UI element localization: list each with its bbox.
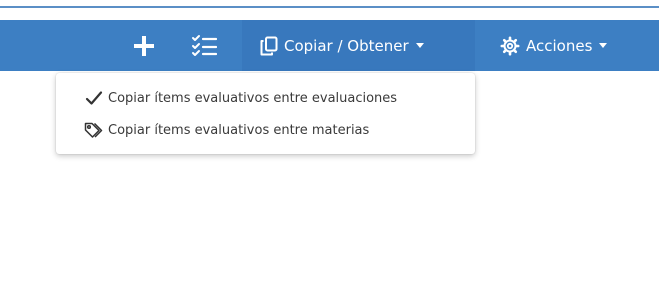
copy-obtain-label: Copiar / Obtener <box>284 36 409 55</box>
checkmark-icon <box>84 89 104 107</box>
menu-item-copy-between-subjects[interactable]: Copiar ítems evaluativos entre materias <box>84 119 369 141</box>
menu-item-label: Copiar ítems evaluativos entre materias <box>108 122 370 138</box>
gear-icon <box>500 35 520 56</box>
tags-icon <box>84 121 104 139</box>
checklist-icon <box>191 34 217 58</box>
actions-button[interactable]: Acciones <box>488 20 648 71</box>
chevron-down-icon <box>415 43 424 48</box>
checklist-button[interactable] <box>185 20 223 71</box>
top-divider <box>0 6 659 8</box>
copy-obtain-button[interactable]: Copiar / Obtener <box>242 20 475 71</box>
menu-item-label: Copiar ítems evaluativos entre evaluacio… <box>108 90 398 106</box>
chevron-down-icon <box>599 43 608 48</box>
actions-label: Acciones <box>526 36 593 55</box>
add-button[interactable] <box>128 20 160 71</box>
copy-dropdown-menu: Copiar ítems evaluativos entre evaluacio… <box>56 73 475 154</box>
toolbar: Copiar / Obtener Acciones <box>0 20 659 71</box>
plus-icon <box>133 35 155 57</box>
menu-item-copy-between-evaluations[interactable]: Copiar ítems evaluativos entre evaluacio… <box>84 87 397 109</box>
copy-icon <box>260 36 278 56</box>
